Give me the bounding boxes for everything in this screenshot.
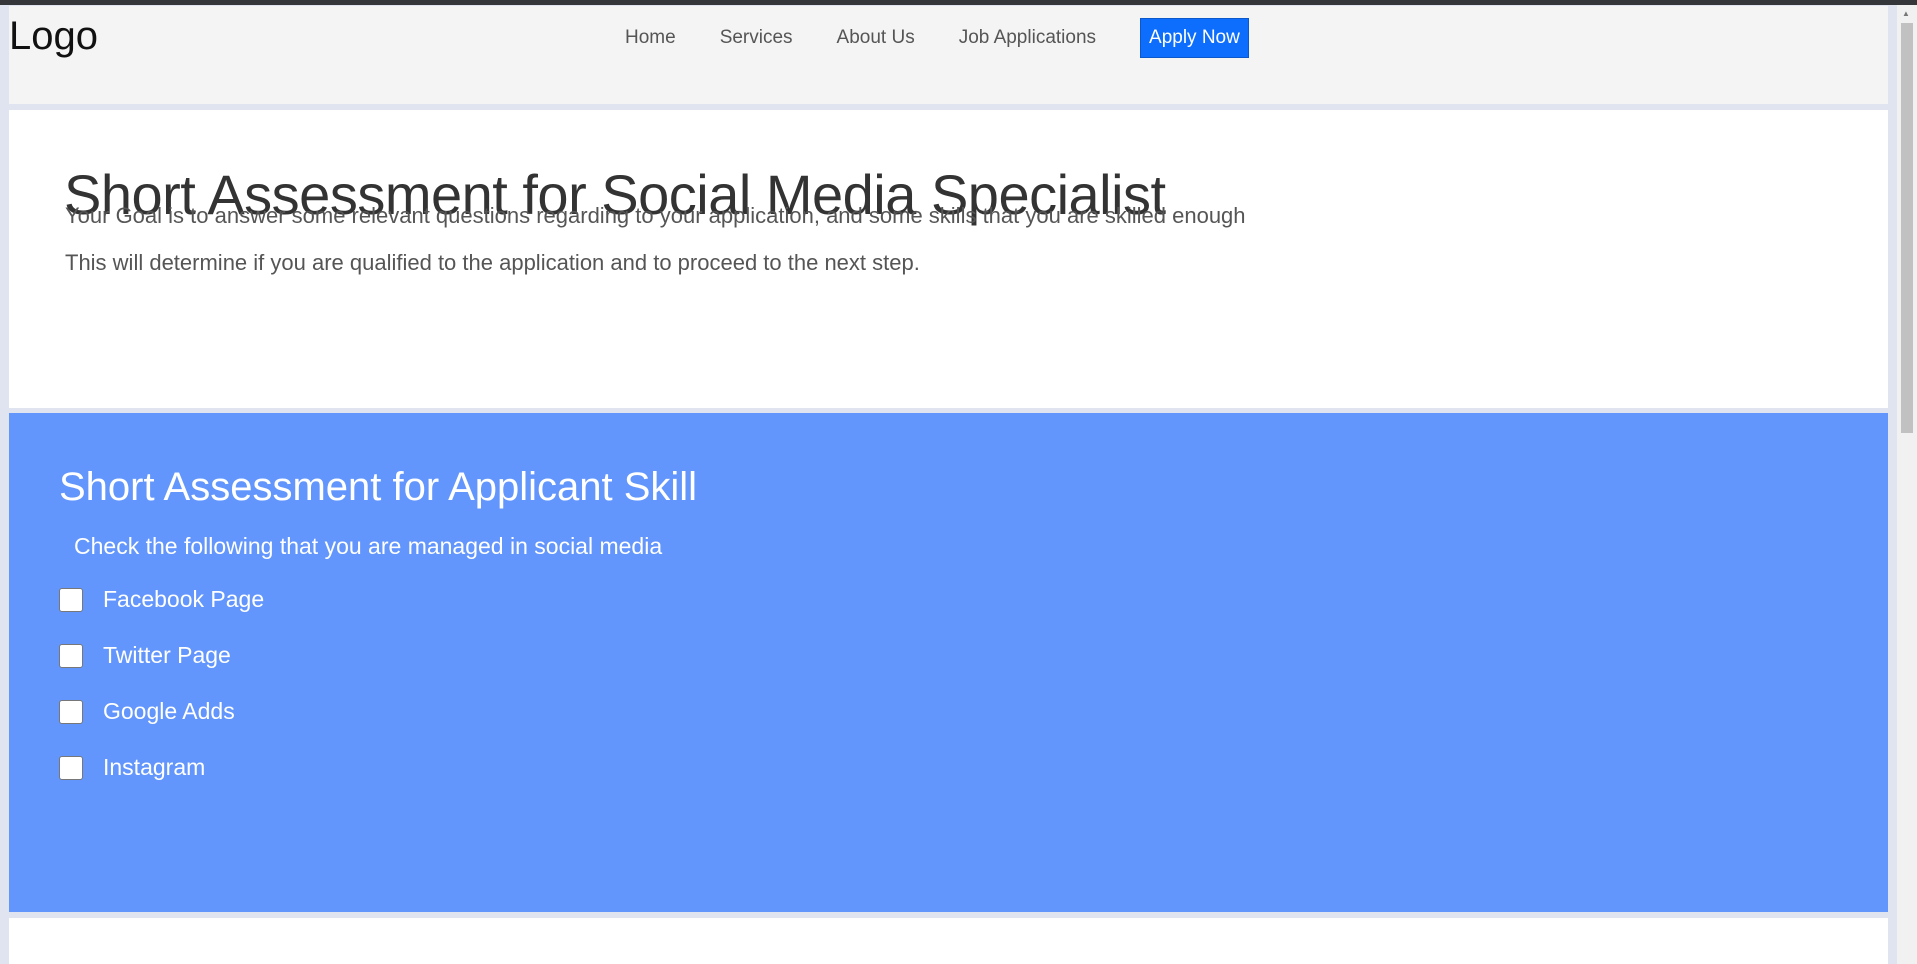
option-instagram[interactable]: Instagram [59, 754, 205, 781]
checkbox[interactable] [59, 699, 83, 724]
main-nav: Home Services About Us Job Applications … [603, 18, 1249, 58]
option-google-adds[interactable]: Google Adds [59, 698, 235, 725]
nav-services[interactable]: Services [720, 27, 793, 49]
skills-hint: Check the following that you are managed… [74, 533, 663, 559]
skills-section: Short Assessment for Applicant Skill Che… [9, 413, 1888, 912]
logo[interactable]: Logo [9, 14, 98, 59]
apply-now-button[interactable]: Apply Now [1140, 18, 1249, 58]
checkbox[interactable] [59, 643, 83, 668]
option-label: Twitter Page [103, 642, 231, 668]
option-twitter-page[interactable]: Twitter Page [59, 642, 231, 669]
site-header: Logo Home Services About Us Job Applicat… [9, 6, 1888, 104]
nav-home[interactable]: Home [625, 27, 676, 49]
browser-top-bar [0, 0, 1917, 5]
option-label: Google Adds [103, 698, 235, 724]
option-label: Facebook Page [103, 586, 265, 612]
option-label: Instagram [103, 754, 206, 780]
scrollbar-thumb[interactable] [1901, 23, 1913, 433]
nav-about-us[interactable]: About Us [837, 27, 915, 49]
scroll-up-arrow-icon[interactable]: ▲ [1902, 9, 1910, 18]
intro-section: Short Assessment for Social Media Specia… [9, 110, 1888, 408]
skills-title: Short Assessment for Applicant Skill [59, 465, 698, 509]
nav-job-applications[interactable]: Job Applications [959, 27, 1096, 49]
option-facebook-page[interactable]: Facebook Page [59, 586, 264, 613]
next-section [9, 918, 1888, 964]
checkbox[interactable] [59, 587, 83, 612]
intro-goal-text: Your Goal is to answer some relevant que… [65, 203, 1246, 228]
scrollbar[interactable]: ▲ [1897, 5, 1917, 964]
checkbox[interactable] [59, 755, 83, 780]
intro-qualify-text: This will determine if you are qualified… [65, 250, 920, 275]
